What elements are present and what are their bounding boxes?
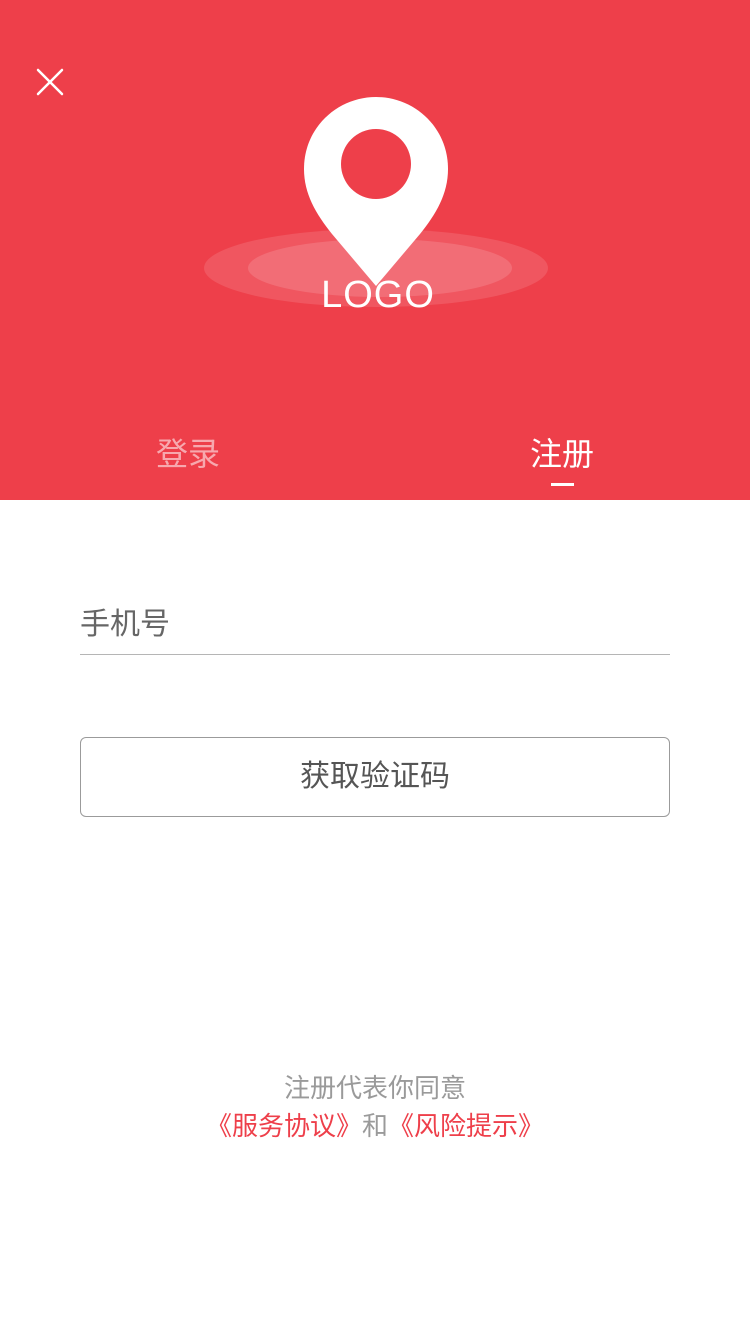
agreement-conjunction: 和 bbox=[361, 1112, 388, 1142]
logo: LOGO bbox=[200, 90, 560, 330]
tab-login[interactable]: 登录 bbox=[156, 432, 220, 476]
header: LOGO 登录 注册 bbox=[0, 0, 750, 500]
phone-input[interactable] bbox=[80, 596, 670, 652]
get-verification-code-button[interactable]: 获取验证码 bbox=[80, 737, 670, 817]
agreement-line2: 《服务协议》和《风险提示》 bbox=[0, 1108, 750, 1146]
risk-notice-link[interactable]: 《风险提示》 bbox=[388, 1112, 544, 1142]
active-tab-indicator bbox=[551, 483, 574, 486]
tab-register[interactable]: 注册 bbox=[530, 432, 594, 476]
agreement-line1: 注册代表你同意 bbox=[283, 1074, 466, 1104]
close-icon bbox=[36, 68, 64, 96]
logo-text: LOGO bbox=[321, 274, 435, 316]
close-button[interactable] bbox=[26, 58, 74, 106]
phone-field bbox=[80, 596, 670, 655]
agreement-text: 注册代表你同意 《服务协议》和《风险提示》 bbox=[0, 1070, 750, 1146]
service-agreement-link[interactable]: 《服务协议》 bbox=[206, 1112, 362, 1142]
